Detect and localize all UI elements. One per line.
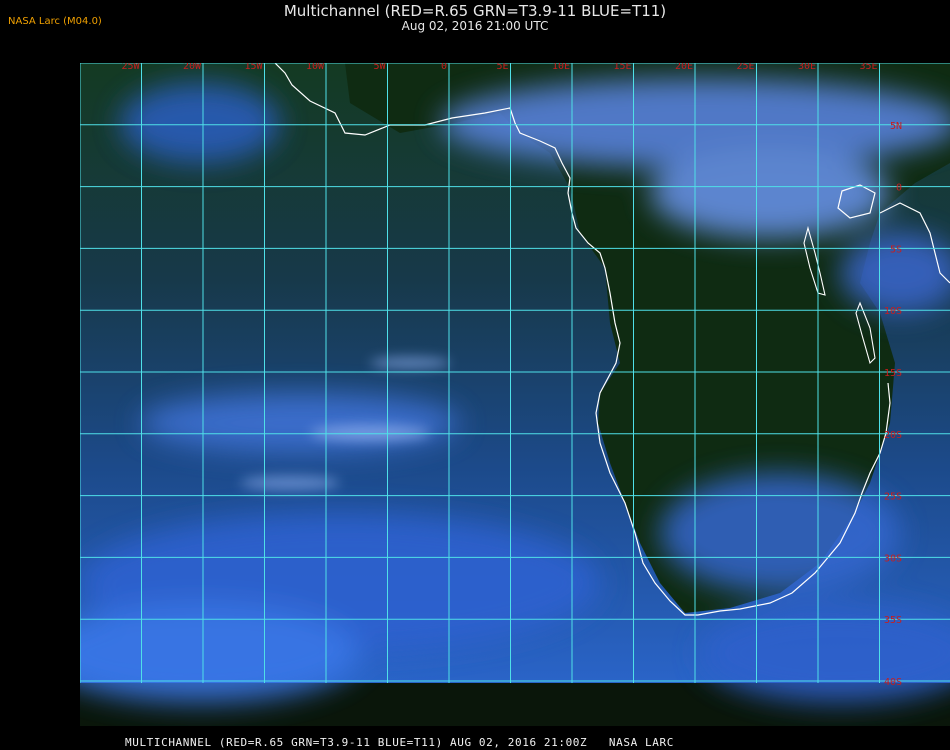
- latitude-label: 5S: [890, 244, 902, 255]
- longitude-label: 5E: [496, 63, 508, 72]
- longitude-label: 35E: [859, 63, 877, 72]
- satellite-map-canvas: 25W 20W 15W 10W 5W 0 5E 10E 15E 20E 25E 30E 35E 5N 0 5S…: [80, 63, 950, 703]
- longitude-label: 10E: [552, 63, 570, 72]
- longitude-label: 15W: [244, 63, 263, 72]
- latitude-label: 25S: [884, 492, 902, 503]
- latitude-label: 20S: [884, 430, 902, 441]
- cloud-congo-basin: [650, 148, 890, 238]
- latitude-label: 10S: [884, 306, 902, 317]
- longitude-label: 20W: [183, 63, 202, 72]
- longitude-label: 0: [441, 63, 447, 72]
- longitude-label: 25W: [121, 63, 140, 72]
- cloud-streak-1: [310, 425, 430, 441]
- footer-caption: MULTICHANNEL (RED=R.65 GRN=T3.9-11 BLUE=…: [125, 736, 674, 749]
- image-timestamp: Aug 02, 2016 21:00 UTC: [401, 19, 549, 33]
- cloud-streak-3: [240, 476, 340, 490]
- cloud-gulf-guinea: [120, 83, 280, 163]
- satellite-map: 25W 20W 15W 10W 5W 0 5E 10E 15E 20E 25E 30E 35E 5N 0 5S…: [80, 63, 950, 726]
- latitude-label: 35S: [884, 615, 902, 626]
- image-title: Multichannel (RED=R.65 GRN=T3.9-11 BLUE=…: [283, 2, 667, 20]
- cloud-streak-2: [370, 357, 450, 369]
- longitude-label: 15E: [613, 63, 631, 72]
- latitude-label: 40S: [884, 677, 902, 688]
- longitude-label: 5W: [373, 63, 386, 72]
- longitude-label: 30E: [798, 63, 816, 72]
- latitude-label: 0: [896, 183, 902, 194]
- latitude-label: 30S: [884, 553, 902, 564]
- latitude-label: 5N: [890, 121, 902, 132]
- longitude-label: 25E: [736, 63, 754, 72]
- cloud-south-africa: [660, 473, 900, 593]
- latitude-label: 15S: [884, 368, 902, 379]
- cloud-atlantic-mid: [140, 393, 460, 453]
- longitude-label: 10W: [306, 63, 325, 72]
- longitude-label: 20E: [675, 63, 693, 72]
